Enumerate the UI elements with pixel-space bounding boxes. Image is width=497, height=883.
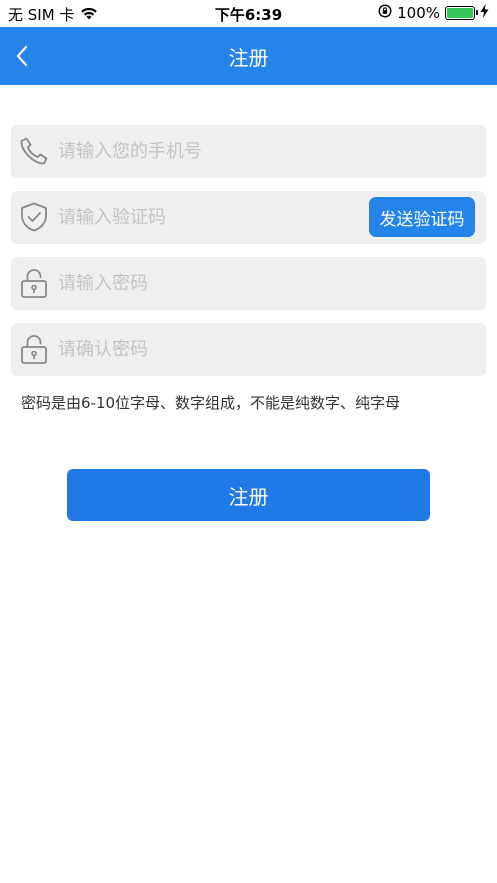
shield-check-icon <box>17 200 51 234</box>
verification-code-input[interactable] <box>58 191 358 244</box>
password-field[interactable] <box>11 257 486 310</box>
charging-bolt-icon <box>480 4 489 22</box>
phone-field[interactable] <box>11 125 486 178</box>
phone-input[interactable] <box>58 125 358 178</box>
navigation-bar: 注册 <box>0 27 497 85</box>
send-code-button[interactable]: 发送验证码 <box>369 197 475 237</box>
page-title: 注册 <box>228 46 269 70</box>
lock-icon <box>17 332 51 366</box>
register-button[interactable]: 注册 <box>67 469 430 521</box>
password-rule-hint: 密码是由6-10位字母、数字组成，不能是纯数字、纯字母 <box>21 394 401 412</box>
confirm-password-input[interactable] <box>58 323 358 376</box>
password-input[interactable] <box>58 257 358 310</box>
verification-code-field[interactable]: 发送验证码 <box>11 191 486 244</box>
confirm-password-field[interactable] <box>11 323 486 376</box>
battery-percent: 100% <box>397 4 440 22</box>
battery-icon <box>445 6 478 20</box>
lock-icon <box>17 266 51 300</box>
status-bar: 无 SIM 卡 下午6:39 100% <box>0 0 497 27</box>
orientation-lock-icon <box>378 4 392 22</box>
phone-icon <box>17 134 51 168</box>
status-right: 100% <box>378 4 489 22</box>
